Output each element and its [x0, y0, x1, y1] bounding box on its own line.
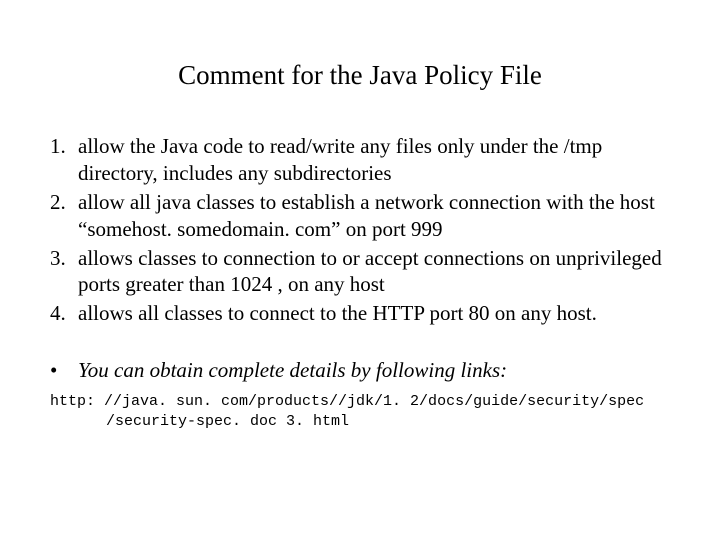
url-line: http: //java. sun. com/products//jdk/1. …: [50, 392, 670, 412]
bullet-text: You can obtain complete details by follo…: [78, 357, 670, 384]
bullet-item: • You can obtain complete details by fol…: [50, 357, 670, 384]
numbered-list: 1. allow the Java code to read/write any…: [50, 133, 670, 327]
list-item: 2. allow all java classes to establish a…: [50, 189, 670, 243]
item-text: allow the Java code to read/write any fi…: [78, 133, 670, 187]
item-number: 1.: [50, 133, 78, 187]
item-text: allows all classes to connect to the HTT…: [78, 300, 670, 327]
list-item: 1. allow the Java code to read/write any…: [50, 133, 670, 187]
list-item: 4. allows all classes to connect to the …: [50, 300, 670, 327]
item-text: allows classes to connection to or accep…: [78, 245, 670, 299]
item-number: 4.: [50, 300, 78, 327]
item-number: 2.: [50, 189, 78, 243]
url-line: /security-spec. doc 3. html: [50, 412, 670, 432]
item-text: allow all java classes to establish a ne…: [78, 189, 670, 243]
item-number: 3.: [50, 245, 78, 299]
slide-title: Comment for the Java Policy File: [50, 60, 670, 91]
url-block: http: //java. sun. com/products//jdk/1. …: [50, 392, 670, 431]
bullet-list: • You can obtain complete details by fol…: [50, 357, 670, 384]
bullet-marker: •: [50, 357, 78, 384]
list-item: 3. allows classes to connection to or ac…: [50, 245, 670, 299]
